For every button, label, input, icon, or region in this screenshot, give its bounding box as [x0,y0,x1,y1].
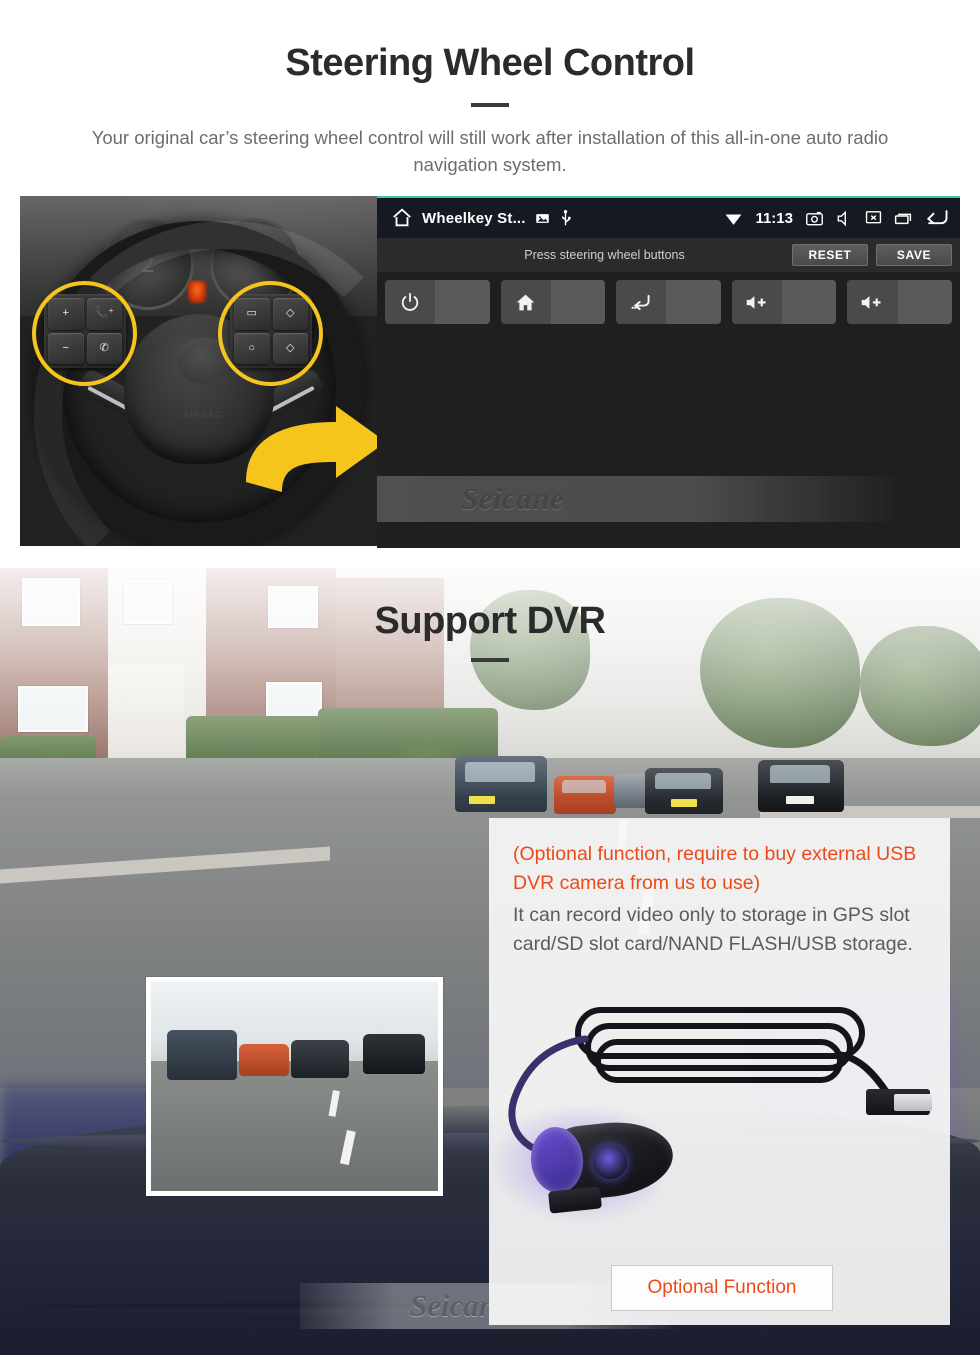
wheelkey-body: Seicane [377,272,960,548]
home-icon [500,280,551,324]
dashcam-preview [146,977,443,1196]
camera-lens [593,1145,627,1179]
power-icon [385,280,436,324]
status-clock: 11:13 [755,209,793,227]
seicane-watermark: Seicane [377,476,960,522]
section-title: Support DVR [374,600,606,642]
dvr-description: It can record video only to storage in G… [513,903,913,955]
key-slot-back[interactable] [616,280,721,324]
screen-off-icon[interactable] [865,210,882,226]
optional-function-button[interactable]: Optional Function [611,1265,833,1311]
volume-icon[interactable] [836,210,853,227]
usb-icon [559,209,572,227]
key-slot-home[interactable] [500,280,606,324]
page-title: Steering Wheel Control [285,42,695,84]
image-icon [535,211,550,226]
yellow-arrow-icon [238,404,377,494]
head-unit-screen: Wheelkey St... 11:13 Press steering whee… [377,196,960,548]
preview-road [151,1061,438,1191]
title-divider [471,103,509,107]
key-slot-value [666,280,721,324]
dvr-info-card: (Optional function, require to buy exter… [489,818,950,1325]
back-icon [616,280,667,324]
back-arrow-icon[interactable] [924,208,950,228]
key-slot-value [781,280,837,324]
key-slot-value [897,280,952,324]
steering-wheel-control-section: Steering Wheel Control Your original car… [0,0,980,568]
usb-contacts [894,1094,932,1111]
screenshot-camera-icon[interactable] [805,210,824,227]
volume-up-icon [847,280,898,324]
highlight-circle-left [32,281,137,386]
license-plate [671,799,697,807]
section-title-divider [471,658,509,662]
support-dvr-section: Support DVR (Optional function, require … [0,568,980,1355]
preview-car-suv [167,1030,237,1080]
usb-dvr-camera-image [489,993,950,1243]
optional-function-notice: (Optional function, require to buy exter… [513,843,917,895]
steering-wheel-photo: 2 AIRBAG + 📞⁺ − ✆ ▭ ◇ ○ ◇ [20,196,377,546]
key-slot-value [550,280,606,324]
preview-car-dark [291,1040,349,1078]
android-status-bar: Wheelkey St... 11:13 [377,198,960,238]
key-mapping-row [385,280,952,324]
recent-apps-icon[interactable] [894,211,912,226]
preview-car-black [363,1034,425,1074]
key-slot-volume-up-2[interactable] [847,280,952,324]
airbag-label: AIRBAG [182,410,223,420]
app-title: Wheelkey St... [422,209,526,227]
watermark-text: Seicane [461,481,565,516]
preview-car-orange [239,1044,289,1076]
wifi-icon [724,211,743,226]
instruction-text: Press steering wheel buttons [524,248,685,262]
highlight-circle-right [218,281,323,386]
key-slot-power[interactable] [385,280,490,324]
page-subtitle: Your original car’s steering wheel contr… [91,127,889,175]
reset-button[interactable]: RESET [792,244,868,266]
home-icon[interactable] [391,207,413,229]
steering-media-row: 2 AIRBAG + 📞⁺ − ✆ ▭ ◇ ○ ◇ Wheelkey St...… [20,196,960,548]
save-button[interactable]: SAVE [876,244,952,266]
volume-up-icon [731,280,782,324]
wheelkey-action-bar: Press steering wheel buttons RESET SAVE [377,238,960,272]
key-slot-value [435,280,490,324]
key-slot-volume-up-1[interactable] [731,280,837,324]
